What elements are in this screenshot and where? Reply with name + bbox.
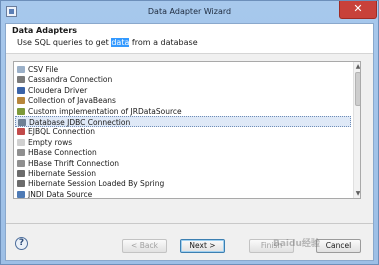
hibernate-spring-icon bbox=[17, 180, 25, 188]
next-button[interactable]: Next > bbox=[180, 239, 225, 253]
title-bar[interactable]: Data Adapter Wizard ✕ bbox=[1, 1, 378, 23]
list-item[interactable]: Cassandra Connection bbox=[15, 74, 352, 85]
list-item[interactable]: Custom implementation of JRDataSource bbox=[15, 106, 352, 117]
list-item[interactable]: Cloudera Driver bbox=[15, 85, 352, 96]
list-item[interactable]: Database JDBC Connection bbox=[15, 116, 351, 127]
jndi-icon bbox=[17, 190, 25, 198]
list-item[interactable]: EJBQL Connection bbox=[15, 126, 352, 137]
ejbql-icon bbox=[17, 128, 25, 136]
list-item[interactable]: HBase Thrift Connection bbox=[15, 158, 352, 169]
footer-divider bbox=[6, 223, 373, 224]
list-item-label: HBase Connection bbox=[28, 148, 97, 158]
close-button[interactable]: ✕ bbox=[339, 1, 377, 19]
list-item-label: Cassandra Connection bbox=[28, 75, 113, 85]
list-item[interactable]: Collection of JavaBeans bbox=[15, 95, 352, 106]
csv-icon bbox=[17, 66, 25, 73]
hbase-thrift-icon bbox=[17, 159, 25, 167]
list-item-label: Custom implementation of JRDataSource bbox=[28, 106, 182, 116]
scroll-up-icon[interactable]: ▲ bbox=[354, 62, 360, 71]
list-item[interactable]: Empty rows bbox=[15, 137, 352, 148]
hibernate-icon bbox=[17, 170, 25, 177]
help-icon[interactable]: ? bbox=[15, 237, 28, 250]
list-item-label: EJBQL Connection bbox=[28, 127, 95, 137]
cassandra-icon bbox=[17, 76, 25, 84]
list-item-label: Cloudera Driver bbox=[28, 85, 88, 95]
cloudera-icon bbox=[17, 86, 25, 94]
list-item-label: Empty rows bbox=[28, 137, 73, 147]
page-description: Use SQL queries to get data from a datab… bbox=[17, 38, 198, 47]
custom-datasource-icon bbox=[17, 107, 25, 115]
cancel-button[interactable]: Cancel bbox=[316, 239, 361, 253]
list-item[interactable]: HBase Connection bbox=[15, 147, 352, 158]
scroll-thumb[interactable] bbox=[355, 72, 360, 106]
description-highlight: data bbox=[111, 38, 130, 47]
list-item-label: JNDI Data Source bbox=[28, 189, 93, 199]
hbase-icon bbox=[17, 149, 25, 157]
list-item-label: Collection of JavaBeans bbox=[28, 96, 116, 106]
wizard-window: Data Adapter Wizard ✕ Data Adapters Use … bbox=[0, 0, 379, 265]
list-item[interactable]: Hibernate Session bbox=[15, 168, 352, 179]
list-item[interactable]: CSV File bbox=[15, 64, 352, 75]
description-text: Use SQL queries to get bbox=[17, 38, 112, 47]
adapter-list[interactable]: CSV File Cassandra Connection Cloudera Dri… bbox=[13, 61, 361, 199]
scroll-down-icon[interactable]: ▼ bbox=[354, 189, 360, 198]
database-icon bbox=[18, 119, 26, 126]
dialog-body: Data Adapters Use SQL queries to get dat… bbox=[5, 23, 374, 261]
list-item[interactable]: JNDI Data Source bbox=[15, 189, 352, 199]
description-text: from a database bbox=[129, 38, 198, 47]
list-item-label: Hibernate Session bbox=[28, 169, 96, 178]
empty-rows-icon bbox=[17, 138, 25, 146]
vertical-scrollbar[interactable]: ▲ ▼ bbox=[353, 62, 360, 198]
watermark: Baidu经验 bbox=[273, 239, 320, 249]
back-button[interactable]: < Back bbox=[122, 239, 167, 253]
page-title: Data Adapters bbox=[12, 26, 78, 35]
javabeans-icon bbox=[17, 97, 25, 105]
list-item-label: Hibernate Session Loaded By Spring bbox=[28, 179, 165, 189]
window-title: Data Adapter Wizard bbox=[147, 7, 232, 16]
list-item-label: CSV File bbox=[28, 65, 59, 74]
list-item[interactable]: Hibernate Session Loaded By Spring bbox=[15, 178, 352, 189]
wizard-header: Data Adapters Use SQL queries to get dat… bbox=[6, 24, 373, 54]
list-item-label: HBase Thrift Connection bbox=[28, 158, 120, 168]
